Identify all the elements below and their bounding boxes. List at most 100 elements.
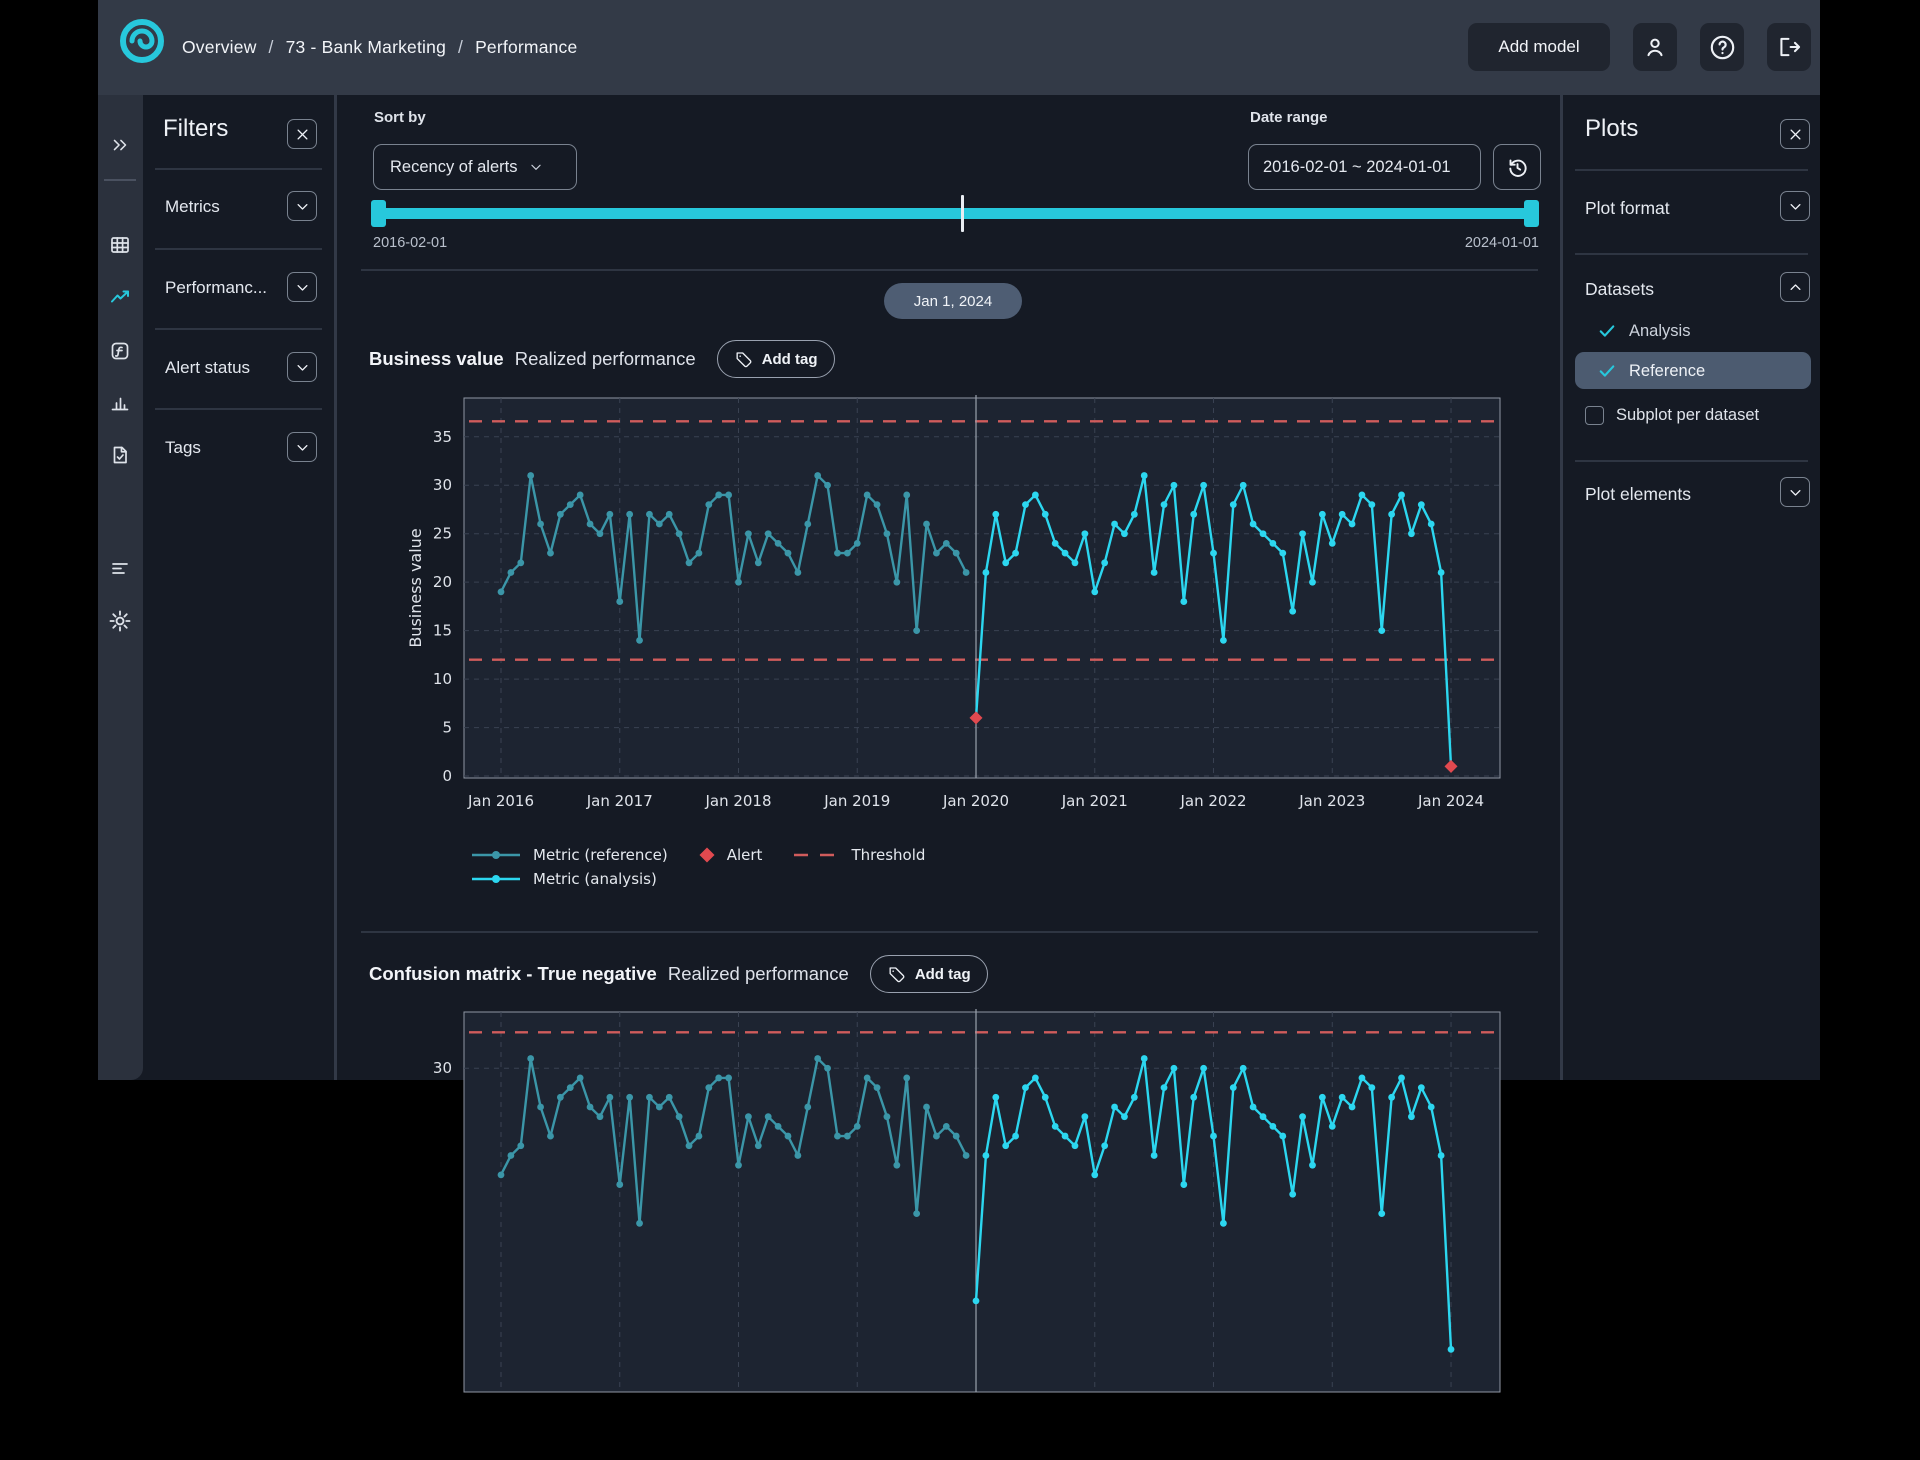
date-range-input[interactable]: 2016-02-01 ~ 2024-01-01 <box>1248 144 1481 190</box>
y-tick-label: 10 <box>433 670 452 688</box>
y-tick-label: 35 <box>433 428 452 446</box>
reference-line-swatch <box>470 849 522 861</box>
legend-label: Metric (reference) <box>533 846 668 864</box>
metrics-expand-button[interactable] <box>287 191 317 221</box>
icon-rail <box>98 95 143 1080</box>
plot-elements-label: Plot elements <box>1585 484 1691 505</box>
app-logo-icon[interactable] <box>118 17 166 65</box>
breadcrumb-overview[interactable]: Overview <box>182 37 257 58</box>
nav-settings[interactable] <box>105 606 135 636</box>
nav-data-tables[interactable] <box>105 230 135 260</box>
threshold-dash-swatch <box>792 849 840 861</box>
date-slider-track[interactable] <box>373 208 1539 219</box>
chevron-down-icon <box>295 440 310 455</box>
plots-close-button[interactable] <box>1780 119 1810 149</box>
close-icon <box>1788 127 1803 142</box>
datasets-collapse-button[interactable] <box>1780 272 1810 302</box>
performance-expand-button[interactable] <box>287 272 317 302</box>
y-tick-label: 30 <box>433 476 452 494</box>
legend-reference[interactable]: Metric (reference) <box>470 846 668 864</box>
main-content: Sort by Recency of alerts Date range 201… <box>337 95 1560 1080</box>
legend-label: Metric (analysis) <box>533 870 657 888</box>
datasets-label: Datasets <box>1585 279 1654 300</box>
divider <box>155 168 322 170</box>
slider-end-date: 2024-01-01 <box>1337 235 1539 251</box>
date-slider-handle-start[interactable] <box>371 200 386 227</box>
logout-button[interactable] <box>1767 23 1811 71</box>
date-slider-handle-end[interactable] <box>1524 200 1539 227</box>
tag-icon <box>734 350 753 369</box>
nav-reports[interactable] <box>105 440 135 470</box>
text-lines-icon <box>108 556 132 580</box>
legend-label: Alert <box>727 846 763 864</box>
divider <box>1575 460 1808 462</box>
nav-functions[interactable] <box>105 336 135 366</box>
section-header-confusion-matrix: Confusion matrix - True negative Realize… <box>369 955 988 993</box>
dataset-option-analysis[interactable]: Analysis <box>1597 321 1690 341</box>
plot-format-expand-button[interactable] <box>1780 191 1810 221</box>
y-tick-label: 30 <box>433 1059 452 1077</box>
chart-legend-row-2: Metric (analysis) <box>470 870 657 888</box>
y-tick-label: 25 <box>433 525 452 543</box>
chevron-down-icon <box>295 280 310 295</box>
chevron-down-icon <box>1788 485 1803 500</box>
divider <box>155 408 322 410</box>
add-tag-button[interactable]: Add tag <box>717 340 835 378</box>
chevrons-right-icon <box>109 134 131 156</box>
slider-cursor[interactable] <box>961 195 964 232</box>
app-window: Overview / 73 - Bank Marketing / Perform… <box>98 0 1820 1080</box>
x-tick-label: Jan 2018 <box>704 792 771 810</box>
nav-statistics[interactable] <box>105 387 135 417</box>
file-check-icon <box>108 443 132 467</box>
dataset-option-reference[interactable]: Reference <box>1597 361 1705 381</box>
chart-subtitle: Realized performance <box>668 963 849 985</box>
expand-sidebar-button[interactable] <box>105 130 135 160</box>
check-icon <box>1597 361 1617 381</box>
chevron-down-icon <box>295 360 310 375</box>
legend-analysis[interactable]: Metric (analysis) <box>470 870 657 888</box>
alert-status-expand-button[interactable] <box>287 352 317 382</box>
filter-item-metrics: Metrics <box>165 197 220 217</box>
nav-logs[interactable] <box>105 553 135 583</box>
analysis-line-swatch <box>470 873 522 885</box>
x-tick-label: Jan 2022 <box>1179 792 1246 810</box>
chart-title: Business value <box>369 348 504 370</box>
trend-icon <box>108 286 132 310</box>
gear-icon <box>107 608 133 634</box>
filters-close-button[interactable] <box>287 119 317 149</box>
legend-alert[interactable]: Alert <box>698 846 763 864</box>
date-range-reset-button[interactable] <box>1493 144 1541 190</box>
rail-divider <box>104 179 136 181</box>
alert-diamond-swatch <box>698 846 716 864</box>
legend-threshold[interactable]: Threshold <box>792 846 925 864</box>
business-value-chart[interactable]: Jan 2016Jan 2017Jan 2018Jan 2019Jan 2020… <box>337 390 1560 845</box>
add-tag-button[interactable]: Add tag <box>870 955 988 993</box>
legend-label: Threshold <box>851 846 925 864</box>
history-icon <box>1506 156 1529 179</box>
breadcrumb-model[interactable]: 73 - Bank Marketing <box>286 37 446 58</box>
user-icon <box>1642 34 1668 60</box>
help-button[interactable] <box>1700 23 1744 71</box>
chart-title: Confusion matrix - True negative <box>369 963 657 985</box>
date-range-value: 2016-02-01 ~ 2024-01-01 <box>1263 158 1451 177</box>
plot-elements-expand-button[interactable] <box>1780 477 1810 507</box>
dataset-option-label: Reference <box>1629 362 1705 381</box>
y-tick-label: 15 <box>433 622 452 640</box>
sort-by-select[interactable]: Recency of alerts <box>373 144 577 190</box>
filters-panel: Filters Metrics Performanc... Alert stat… <box>143 95 337 1080</box>
nav-performance[interactable] <box>105 283 135 313</box>
chart-subtitle: Realized performance <box>515 348 696 370</box>
help-icon <box>1709 34 1736 61</box>
subplot-per-dataset-option[interactable]: Subplot per dataset <box>1585 406 1759 425</box>
close-icon <box>295 127 310 142</box>
user-button[interactable] <box>1633 23 1677 71</box>
function-icon <box>108 339 132 363</box>
confusion-matrix-chart[interactable]: 30 <box>337 1005 1560 1460</box>
tags-expand-button[interactable] <box>287 432 317 462</box>
divider <box>155 328 322 330</box>
add-model-button[interactable]: Add model <box>1468 23 1610 71</box>
logout-icon <box>1776 34 1802 60</box>
breadcrumb-separator: / <box>458 37 463 58</box>
plots-panel: Plots Plot format Datasets Analysis Refe… <box>1560 95 1820 1080</box>
filter-item-alert-status: Alert status <box>165 358 250 378</box>
